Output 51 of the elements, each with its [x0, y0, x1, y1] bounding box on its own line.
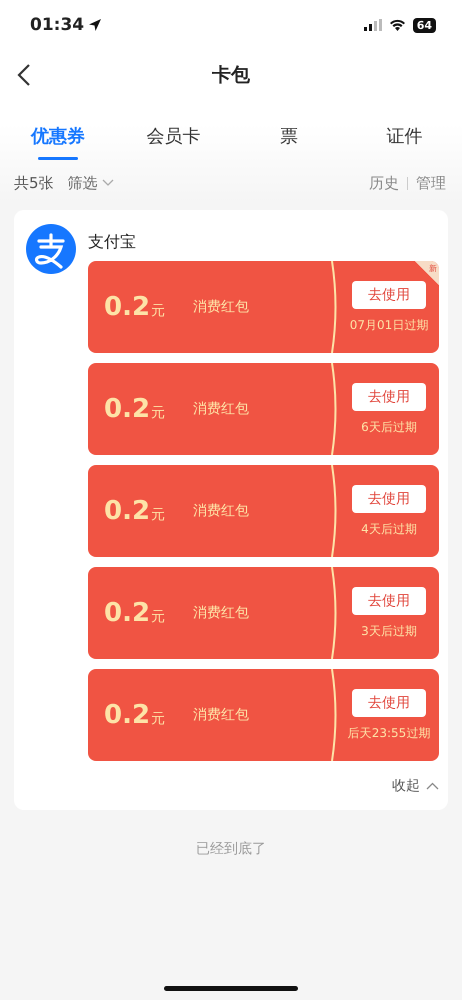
- chevron-up-icon: [426, 782, 439, 790]
- tab[interactable]: 优惠券: [0, 120, 116, 164]
- coupon-name: 消费红包: [193, 604, 250, 622]
- card-count: 共5张: [14, 174, 54, 192]
- filter-button[interactable]: 筛选: [68, 174, 114, 192]
- expiry-text: 后天23:55过期: [348, 724, 430, 742]
- use-button[interactable]: 去使用: [352, 484, 426, 512]
- coupon-amount: 0.2: [104, 496, 150, 526]
- coupon-name: 消费红包: [193, 400, 250, 418]
- curved-divider-icon: [331, 465, 339, 557]
- payment-logo-icon: [26, 224, 76, 274]
- page-title: 卡包: [212, 63, 250, 88]
- currency-unit: 元: [151, 404, 166, 422]
- currency-unit: 元: [151, 710, 166, 728]
- use-button[interactable]: 去使用: [352, 280, 426, 308]
- tab[interactable]: 证件: [346, 120, 462, 164]
- coupon-name: 消费红包: [193, 298, 250, 316]
- issuer-name: 支付宝: [88, 232, 137, 253]
- signal-icon: [364, 19, 382, 31]
- expiry-text: 07月01日过期: [350, 316, 428, 334]
- currency-unit: 元: [151, 302, 166, 320]
- expiry-text: 3天后过期: [361, 622, 417, 640]
- curved-divider-icon: [331, 567, 339, 659]
- location-arrow-icon: [88, 18, 102, 32]
- manage-link[interactable]: 管理: [416, 174, 446, 192]
- battery-level: 64: [412, 18, 436, 32]
- expiry-text: 6天后过期: [361, 418, 417, 436]
- use-button[interactable]: 去使用: [352, 688, 426, 716]
- end-of-list-text: 已经到底了: [196, 841, 266, 857]
- wifi-icon: [388, 19, 406, 31]
- coupon-name: 消费红包: [193, 502, 250, 520]
- coupon-amount: 0.2: [104, 292, 150, 322]
- history-link[interactable]: 历史: [369, 174, 399, 192]
- coupon-amount: 0.2: [104, 394, 150, 424]
- new-badge: 新: [415, 261, 439, 285]
- curved-divider-icon: [331, 363, 339, 455]
- tab[interactable]: 票: [231, 120, 346, 164]
- status-time: 01:34: [30, 15, 84, 35]
- coupon-amount: 0.2: [104, 598, 150, 628]
- coupon-name: 消费红包: [193, 706, 250, 724]
- use-button[interactable]: 去使用: [352, 586, 426, 614]
- tab[interactable]: 会员卡: [116, 120, 231, 164]
- chevron-down-icon: [102, 179, 114, 187]
- collapse-button[interactable]: 收起: [392, 777, 439, 795]
- use-button[interactable]: 去使用: [352, 382, 426, 410]
- curved-divider-icon: [331, 261, 339, 353]
- curved-divider-icon: [331, 669, 339, 761]
- expiry-text: 4天后过期: [361, 520, 417, 538]
- currency-unit: 元: [151, 506, 166, 524]
- coupon-amount: 0.2: [104, 700, 150, 730]
- currency-unit: 元: [151, 608, 166, 626]
